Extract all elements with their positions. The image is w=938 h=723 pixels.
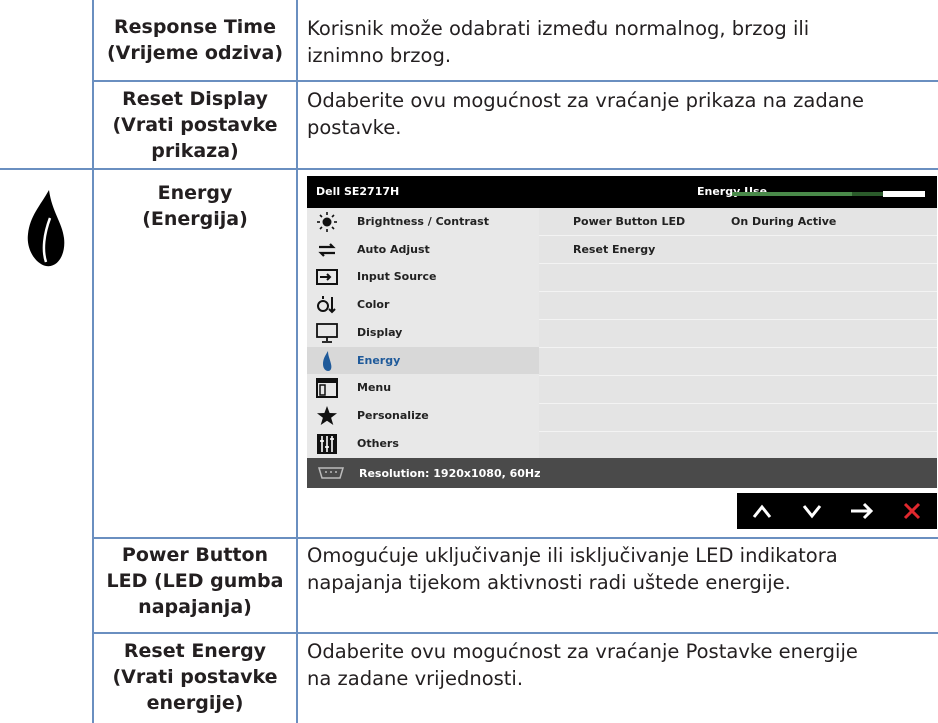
option-empty-row: [539, 348, 937, 376]
osd-nav-buttons: [737, 493, 937, 529]
menu-item-personalize[interactable]: Personalize: [307, 402, 539, 430]
display-icon: [316, 322, 338, 343]
others-icon: [317, 433, 337, 454]
option-reset-energy[interactable]: Reset Energy: [539, 236, 937, 264]
option-empty-row: [539, 376, 937, 404]
row-divider: [92, 537, 938, 539]
option-value: On During Active: [731, 215, 837, 228]
input-source-icon: [316, 269, 338, 286]
row-divider: [92, 632, 938, 634]
response-time-description: Korisnik može odabrati između normalnog,…: [307, 17, 810, 67]
menu-item-display[interactable]: Display: [307, 319, 539, 347]
brightness-icon: [317, 212, 337, 232]
power-button-led-label: Power Button LED (LED gumba napajanja): [106, 544, 284, 618]
option-empty-row: [539, 432, 937, 459]
energy-leaf-icon: [27, 190, 65, 267]
reset-energy-label: Reset Energy (Vrati postavke energije): [112, 640, 278, 714]
option-empty-row: [539, 404, 937, 432]
menu-item-color[interactable]: Color: [307, 291, 539, 319]
option-empty-row: [539, 264, 937, 292]
menu-icon: [316, 378, 338, 399]
option-power-button-led[interactable]: Power Button LED On During Active: [539, 208, 937, 236]
energy-use-fill: [732, 192, 852, 196]
menu-item-input-source[interactable]: Input Source: [307, 263, 539, 291]
energy-label: Energy (Energija): [142, 182, 248, 230]
menu-item-others[interactable]: Others: [307, 430, 539, 458]
row-divider: [0, 168, 938, 170]
menu-item-brightness-contrast[interactable]: Brightness / Contrast: [307, 208, 539, 236]
auto-adjust-icon: [318, 242, 336, 257]
color-icon: [317, 296, 336, 314]
osd-status-bar: Resolution: 1920x1080, 60Hz: [307, 458, 937, 488]
reset-energy-description: Odaberite ovu mogućnost za vraćanje Post…: [307, 640, 858, 690]
option-empty-row: [539, 292, 937, 320]
down-arrow-icon[interactable]: [787, 493, 837, 529]
energy-use-bar-end: [883, 191, 925, 197]
reset-display-label: Reset Display (Vrati postavke prikaza): [112, 88, 278, 162]
menu-item-auto-adjust[interactable]: Auto Adjust: [307, 236, 539, 264]
power-button-led-description: Omogućuje uključivanje ili isključivanje…: [307, 544, 838, 594]
row-divider: [92, 80, 938, 82]
right-arrow-icon[interactable]: [837, 493, 887, 529]
vga-connector-icon: [317, 467, 345, 479]
up-arrow-icon[interactable]: [737, 493, 787, 529]
option-empty-row: [539, 320, 937, 348]
resolution-text: Resolution: 1920x1080, 60Hz: [359, 467, 541, 480]
energy-use-bar: [732, 191, 925, 197]
energy-icon: [323, 350, 332, 371]
osd-submenu-panel: Power Button LED On During Active Reset …: [539, 208, 937, 458]
osd-model-name: Dell SE2717H: [316, 185, 400, 198]
close-icon[interactable]: [887, 493, 937, 529]
osd-main-menu: Brightness / Contrast Auto Adjust Input …: [307, 208, 539, 458]
table-col-divider: [296, 0, 298, 723]
osd-title-bar: Dell SE2717H Energy Use: [307, 176, 937, 208]
star-icon: [317, 405, 337, 425]
menu-item-menu[interactable]: Menu: [307, 374, 539, 402]
reset-display-description: Odaberite ovu mogućnost za vraćanje prik…: [307, 89, 865, 139]
menu-item-energy[interactable]: Energy: [307, 346, 539, 375]
response-time-label: Response Time (Vrijeme odziva): [106, 16, 284, 64]
